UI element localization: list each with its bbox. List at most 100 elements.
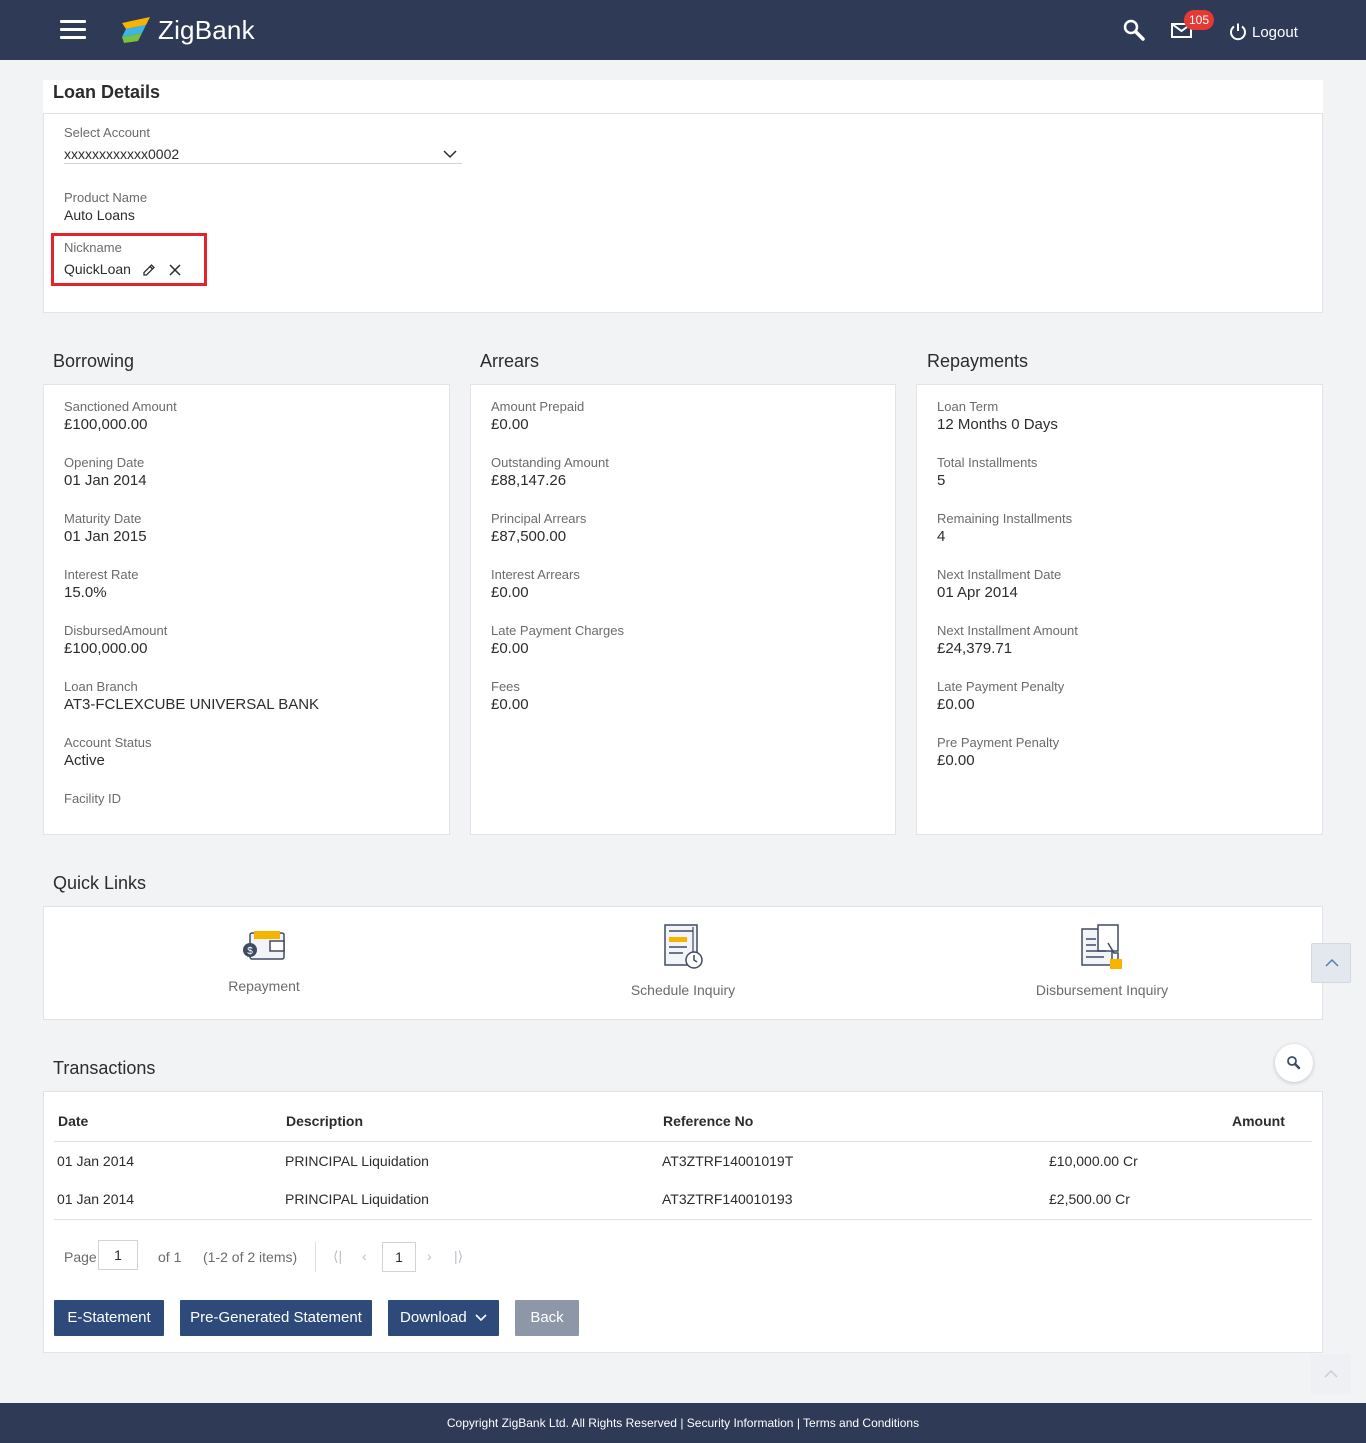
transactions-search-button[interactable] bbox=[1275, 1044, 1313, 1082]
arrears-field: Fees £0.00 bbox=[491, 679, 529, 713]
field-label: Outstanding Amount bbox=[491, 455, 609, 470]
product-name-label: Product Name bbox=[64, 190, 148, 205]
brand-logo[interactable]: ZigBank bbox=[120, 14, 255, 46]
field-value: £24,379.71 bbox=[937, 640, 1013, 657]
arrears-field: Late Payment Charges £0.00 bbox=[491, 623, 624, 657]
repayments-field: Total Installments 5 bbox=[937, 455, 1037, 489]
transactions-title: Transactions bbox=[53, 1058, 156, 1078]
disbursement-icon bbox=[1081, 924, 1122, 969]
notification-badge[interactable]: 105 bbox=[1184, 10, 1215, 30]
borrowing-field: Loan Branch AT3-FCLEXCUBE UNIVERSAL BANK bbox=[64, 679, 319, 713]
row-date: 01 Jan 2014 bbox=[57, 1153, 135, 1169]
field-label: Sanctioned Amount bbox=[64, 399, 177, 414]
borrowing-field: Opening Date 01 Jan 2014 bbox=[64, 455, 147, 489]
field-value: 01 Apr 2014 bbox=[937, 584, 1018, 601]
first-page-icon[interactable]: ⟨| bbox=[333, 1248, 342, 1265]
arrears-field: Amount Prepaid £0.00 bbox=[491, 399, 584, 433]
nickname-field: Nickname QuickLoan bbox=[64, 240, 131, 277]
borrowing-field: Facility ID bbox=[64, 791, 121, 808]
items-count-label: (1-2 of 2 items) bbox=[203, 1249, 298, 1265]
field-label: Loan Term bbox=[937, 399, 999, 414]
repayments-field: Next Installment Amount £24,379.71 bbox=[937, 623, 1078, 657]
logout-button[interactable]: Logout bbox=[1228, 20, 1298, 44]
page-of-label: of 1 bbox=[158, 1249, 182, 1265]
last-page-icon[interactable]: |⟩ bbox=[454, 1248, 463, 1265]
chevron-down-icon[interactable] bbox=[442, 146, 458, 159]
disbursement-inquiry-label: Disbursement Inquiry bbox=[1035, 982, 1169, 998]
page-label: Page bbox=[64, 1249, 97, 1265]
page-input[interactable]: 1 bbox=[98, 1240, 138, 1270]
arrears-field: Outstanding Amount £88,147.26 bbox=[491, 455, 609, 489]
select-account-value[interactable]: xxxxxxxxxxxx0002 bbox=[64, 146, 179, 162]
back-button[interactable]: Back bbox=[515, 1300, 579, 1336]
field-value: 12 Months 0 Days bbox=[937, 416, 1058, 433]
prev-page-icon[interactable]: ‹ bbox=[362, 1248, 367, 1264]
nickname-value: QuickLoan bbox=[64, 261, 131, 277]
top-header: ZigBank 105 Logout bbox=[0, 0, 1366, 60]
row-reference: AT3ZTRF14001019T bbox=[662, 1153, 794, 1169]
pencil-icon[interactable] bbox=[141, 262, 157, 278]
field-label: Remaining Installments bbox=[937, 511, 1073, 526]
scroll-top-button[interactable] bbox=[1311, 1354, 1351, 1394]
col-description[interactable]: Description bbox=[286, 1113, 363, 1129]
current-page-button[interactable]: 1 bbox=[382, 1242, 416, 1272]
field-label: Late Payment Penalty bbox=[937, 679, 1065, 694]
field-value: £0.00 bbox=[937, 752, 975, 769]
field-label: DisbursedAmount bbox=[64, 623, 168, 638]
field-label: Principal Arrears bbox=[491, 511, 587, 526]
chevron-down-icon bbox=[475, 1314, 487, 1322]
borrowing-field: Interest Rate 15.0% bbox=[64, 567, 138, 601]
quick-link-repayment[interactable]: $ Repayment bbox=[194, 923, 334, 994]
arrears-panel: Amount Prepaid £0.00 Outstanding Amount £88… bbox=[470, 384, 896, 835]
field-value: AT3-FCLEXCUBE UNIVERSAL BANK bbox=[64, 696, 320, 713]
power-icon bbox=[1230, 23, 1246, 41]
repayments-field: Late Payment Penalty £0.00 bbox=[937, 679, 1064, 713]
col-reference-no[interactable]: Reference No bbox=[663, 1113, 753, 1129]
field-label: Amount Prepaid bbox=[491, 399, 585, 414]
repayments-field: Loan Term 12 Months 0 Days bbox=[937, 399, 1058, 433]
next-page-icon[interactable]: › bbox=[427, 1248, 432, 1264]
close-icon[interactable] bbox=[167, 262, 183, 278]
chevron-up-icon bbox=[1324, 1369, 1338, 1378]
select-account-field: Select Account xxxxxxxxxxxx0002 bbox=[64, 125, 179, 162]
loan-details-header: Loan Details bbox=[43, 80, 1323, 113]
repayments-panel: Loan Term 12 Months 0 Days Total Installme… bbox=[916, 384, 1323, 835]
menu-icon[interactable] bbox=[60, 20, 86, 40]
col-date[interactable]: Date bbox=[58, 1113, 88, 1129]
logout-label: Logout bbox=[1252, 23, 1298, 41]
download-button[interactable]: Download bbox=[388, 1300, 499, 1336]
arrears-field: Interest Arrears £0.00 bbox=[491, 567, 580, 601]
select-account-underline bbox=[64, 163, 462, 164]
table-header-divider bbox=[54, 1141, 1312, 1142]
field-label: Interest Arrears bbox=[491, 567, 580, 582]
repayments-field: Remaining Installments 4 bbox=[937, 511, 1072, 545]
col-amount[interactable]: Amount bbox=[1232, 1113, 1285, 1129]
search-icon[interactable] bbox=[1122, 18, 1148, 44]
nickname-label: Nickname bbox=[64, 240, 122, 255]
footer: Copyright ZigBank Ltd. All Rights Reserv… bbox=[0, 1403, 1366, 1443]
e-statement-button[interactable]: E-Statement bbox=[54, 1300, 164, 1336]
repayments-title: Repayments bbox=[927, 351, 1029, 371]
arrears-field: Principal Arrears £87,500.00 bbox=[491, 511, 586, 545]
field-label: Total Installments bbox=[937, 455, 1038, 470]
quick-link-disbursement-inquiry[interactable]: Disbursement Inquiry bbox=[1022, 923, 1182, 998]
borrowing-title: Borrowing bbox=[53, 351, 135, 371]
download-label: Download bbox=[400, 1309, 467, 1326]
field-value: £100,000.00 bbox=[64, 416, 148, 433]
quick-link-schedule-inquiry[interactable]: Schedule Inquiry bbox=[613, 923, 753, 998]
row-date: 01 Jan 2014 bbox=[57, 1191, 135, 1207]
field-value: £88,147.26 bbox=[491, 472, 567, 489]
zigbank-logo-icon bbox=[122, 17, 150, 43]
pre-generated-statement-button[interactable]: Pre-Generated Statement bbox=[180, 1300, 372, 1336]
scroll-up-button[interactable] bbox=[1311, 943, 1351, 983]
search-icon bbox=[1287, 1056, 1301, 1070]
borrowing-field: DisbursedAmount £100,000.00 bbox=[64, 623, 167, 657]
field-value: £87,500.00 bbox=[491, 528, 567, 545]
field-label: Next Installment Date bbox=[937, 567, 1062, 582]
page-title: Loan Details bbox=[53, 82, 161, 102]
footer-text[interactable]: Copyright ZigBank Ltd. All Rights Reserv… bbox=[447, 1416, 919, 1430]
loan-details-panel bbox=[43, 113, 1323, 313]
field-value: £0.00 bbox=[491, 696, 529, 713]
repayment-label: Repayment bbox=[228, 978, 300, 994]
product-name-field: Product Name Auto Loans bbox=[64, 190, 147, 223]
